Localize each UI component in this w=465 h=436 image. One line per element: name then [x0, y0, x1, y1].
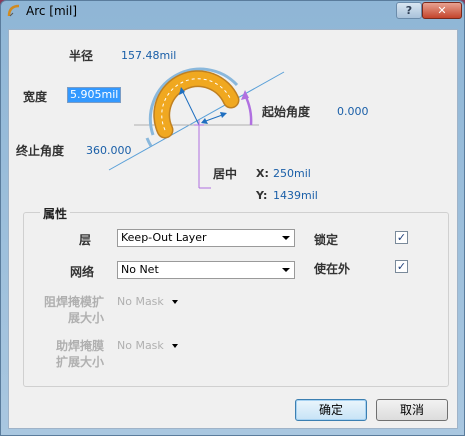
net-select-value: No Net: [121, 263, 159, 276]
center-x-value[interactable]: 250mil: [273, 167, 311, 180]
cancel-button[interactable]: 取消: [376, 399, 448, 421]
net-label: 网络: [70, 265, 95, 279]
solder-mask-label-line2: 展大小: [68, 311, 105, 325]
help-button[interactable]: ?: [396, 2, 422, 19]
chevron-down-icon: [171, 344, 178, 348]
start-angle-label: 起始角度: [262, 105, 311, 119]
title-bar[interactable]: Arc [mil] ? ✕: [1, 1, 464, 23]
chevron-down-icon: [171, 300, 178, 304]
arc-tool-icon: [7, 4, 20, 17]
layer-label: 层: [79, 233, 92, 247]
close-button[interactable]: ✕: [422, 2, 462, 19]
locked-checkbox[interactable]: ✓: [395, 231, 408, 244]
paste-mask-label-line1: 助焊掩膜: [56, 339, 105, 353]
center-x-label: X:: [256, 167, 269, 180]
ok-button[interactable]: 确定: [295, 399, 367, 421]
checkmark-icon: ✓: [396, 231, 407, 244]
layer-select[interactable]: Keep-Out Layer: [117, 229, 295, 247]
layer-select-value: Keep-Out Layer: [121, 231, 207, 244]
width-input[interactable]: 5.905mil: [67, 87, 122, 103]
checkmark-icon: ✓: [396, 260, 407, 273]
properties-group: 属性 层 Keep-Out Layer 锁定 ✓ 网络 No Net 使在外 ✓…: [23, 205, 449, 387]
solder-mask-dropdown[interactable]: No Mask: [117, 295, 178, 308]
start-angle-value[interactable]: 0.000: [337, 105, 369, 118]
chevron-down-icon: [282, 268, 290, 272]
radius-value[interactable]: 157.48mil: [121, 49, 176, 62]
solder-mask-value: No Mask: [117, 295, 164, 308]
paste-mask-label-line2: 扩展大小: [56, 355, 105, 369]
center-label: 居中: [213, 167, 238, 181]
dialog-window: Arc [mil] ? ✕ 半径 157.48mil 宽度 5.905mil 起…: [0, 0, 465, 436]
start-angle-arc: [243, 94, 253, 126]
end-angle-value[interactable]: 360.000: [86, 144, 132, 157]
end-angle-label: 终止角度: [16, 144, 65, 158]
locked-label: 锁定: [314, 233, 339, 247]
properties-group-title: 属性: [40, 205, 71, 222]
center-y-value[interactable]: 1439mil: [273, 189, 318, 202]
end-angle-arc: [145, 137, 153, 147]
keepout-label: 使在外: [314, 262, 351, 276]
window-title: Arc [mil]: [26, 4, 78, 18]
radius-line: [180, 87, 200, 126]
solder-mask-label-line1: 阻焊掩模扩: [44, 295, 105, 309]
net-select[interactable]: No Net: [117, 261, 295, 279]
paste-mask-value: No Mask: [117, 339, 164, 352]
help-icon: ?: [405, 4, 413, 17]
close-icon: ✕: [437, 4, 447, 17]
paste-mask-dropdown[interactable]: No Mask: [117, 339, 178, 352]
dialog-body: 半径 157.48mil 宽度 5.905mil 起始角度 0.000 终止角度…: [8, 29, 458, 429]
width-label: 宽度: [23, 90, 48, 104]
chevron-down-icon: [282, 236, 290, 240]
center-y-label: Y:: [256, 189, 268, 202]
radius-label: 半径: [69, 49, 94, 63]
keepout-checkbox[interactable]: ✓: [395, 260, 408, 273]
